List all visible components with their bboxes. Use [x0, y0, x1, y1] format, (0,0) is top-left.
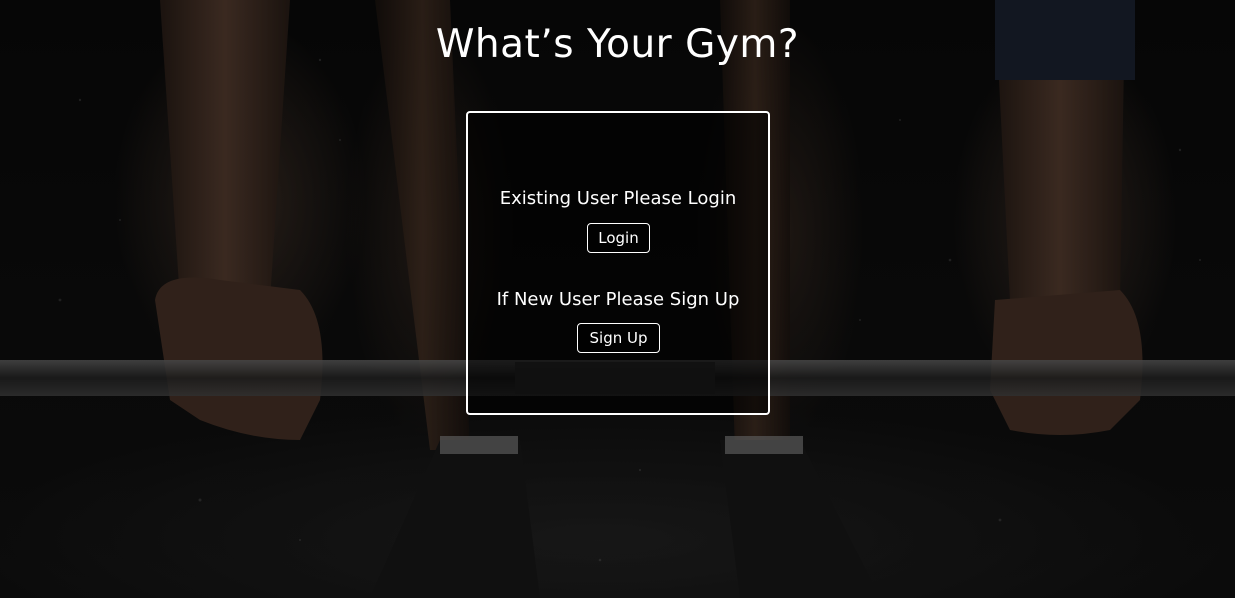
page: What’s Your Gym? Existing User Please Lo… — [0, 0, 1235, 598]
auth-panel: Existing User Please Login Login If New … — [466, 111, 770, 415]
login-prompt: Existing User Please Login — [499, 188, 737, 209]
page-title: What’s Your Gym? — [435, 22, 800, 67]
signup-button[interactable]: Sign Up — [577, 323, 660, 353]
login-button[interactable]: Login — [587, 223, 650, 253]
signup-prompt: If New User Please Sign Up — [496, 289, 740, 310]
